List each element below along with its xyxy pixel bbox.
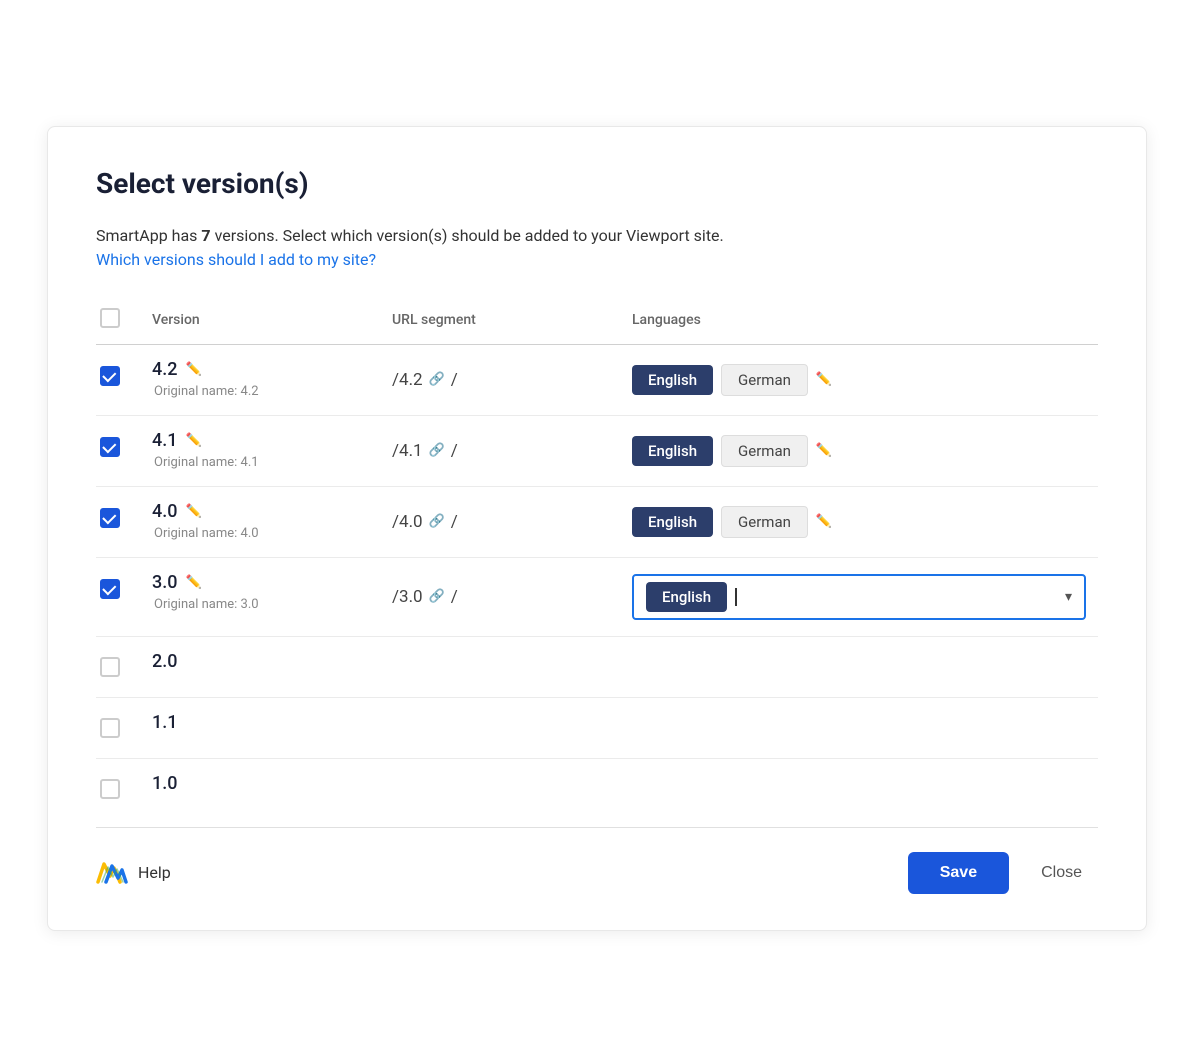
- url-slash: /: [451, 587, 458, 607]
- description-suffix: versions. Select which version(s) should…: [211, 226, 724, 245]
- version-original-name: Original name: 4.2: [152, 384, 368, 399]
- lang-area-v4.2: English German ✏️: [632, 364, 1086, 396]
- table-row: 2.0: [96, 636, 1098, 697]
- lang-badge: German: [721, 435, 808, 467]
- url-link-icon[interactable]: 🔗: [429, 514, 445, 529]
- version-name-v3.0: 3.0 ✏️: [152, 572, 368, 593]
- edit-version-icon[interactable]: ✏️: [185, 362, 201, 377]
- table-row: 1.1: [96, 697, 1098, 758]
- lang-area-v4.0: English German ✏️: [632, 506, 1086, 538]
- version-original-name: Original name: 3.0: [152, 597, 368, 612]
- column-version: Version: [140, 300, 380, 345]
- url-text: /4.2: [392, 370, 423, 390]
- table-row: 4.1 ✏️ Original name: 4.1/4.1 🔗 / English G…: [96, 415, 1098, 486]
- table-row: 1.0: [96, 758, 1098, 819]
- lang-badge: English: [632, 436, 713, 466]
- table-row: 4.2 ✏️ Original name: 4.2/4.2 🔗 / English G…: [96, 344, 1098, 415]
- version-original-name: Original name: 4.1: [152, 455, 368, 470]
- version-label: 4.0: [152, 501, 177, 522]
- url-segment-v4.1: /4.1 🔗 /: [392, 441, 608, 461]
- help-icon: [96, 860, 128, 886]
- help-link[interactable]: Which versions should I add to my site?: [96, 250, 376, 269]
- checkbox-v2.0[interactable]: [100, 657, 120, 677]
- checkbox-v1.0[interactable]: [100, 779, 120, 799]
- version-label: 3.0: [152, 572, 177, 593]
- dialog-footer: Help Save Close: [96, 827, 1098, 894]
- url-link-icon[interactable]: 🔗: [429, 372, 445, 387]
- url-text: /4.0: [392, 512, 423, 532]
- dialog-description: SmartApp has 7 versions. Select which ve…: [96, 224, 1098, 272]
- checkbox-v4.0[interactable]: [100, 508, 120, 528]
- version-name-v4.1: 4.1 ✏️: [152, 430, 368, 451]
- version-count: 7: [201, 226, 210, 245]
- url-link-icon[interactable]: 🔗: [429, 589, 445, 604]
- table-row: 4.0 ✏️ Original name: 4.0/4.0 🔗 / English G…: [96, 486, 1098, 557]
- url-text: /4.1: [392, 441, 423, 461]
- lang-badge: English: [632, 507, 713, 537]
- text-cursor: [735, 588, 737, 606]
- dropdown-arrow-icon: ▾: [1065, 589, 1072, 605]
- version-name-v4.2: 4.2 ✏️: [152, 359, 368, 380]
- url-link-icon[interactable]: 🔗: [429, 443, 445, 458]
- version-label: 4.1: [152, 430, 177, 451]
- url-slash: /: [451, 512, 458, 532]
- lang-dropdown-v3.0[interactable]: English ▾: [632, 574, 1086, 620]
- url-segment-v4.0: /4.0 🔗 /: [392, 512, 608, 532]
- lang-badge: English: [632, 365, 713, 395]
- url-text: /3.0: [392, 587, 423, 607]
- edit-lang-icon[interactable]: ✏️: [816, 372, 832, 387]
- edit-version-icon[interactable]: ✏️: [185, 433, 201, 448]
- lang-badge: English: [646, 582, 727, 612]
- version-name-v1.0: 1.0: [152, 773, 368, 794]
- checkbox-v4.1[interactable]: [100, 437, 120, 457]
- edit-lang-icon[interactable]: ✏️: [816, 514, 832, 529]
- lang-area-v4.1: English German ✏️: [632, 435, 1086, 467]
- dialog-title: Select version(s): [96, 167, 1098, 200]
- column-url: URL segment: [380, 300, 620, 345]
- checkbox-v1.1[interactable]: [100, 718, 120, 738]
- version-label: 2.0: [152, 651, 177, 672]
- checkbox-v3.0[interactable]: [100, 579, 120, 599]
- table-row: 3.0 ✏️ Original name: 3.0/3.0 🔗 / English ▾: [96, 557, 1098, 636]
- edit-version-icon[interactable]: ✏️: [185, 575, 201, 590]
- url-slash: /: [451, 370, 458, 390]
- checkbox-v4.2[interactable]: [100, 366, 120, 386]
- select-versions-dialog: Select version(s) SmartApp has 7 version…: [47, 126, 1147, 931]
- description-prefix: SmartApp has: [96, 226, 201, 245]
- save-button[interactable]: Save: [908, 852, 1009, 894]
- version-label: 1.0: [152, 773, 177, 794]
- edit-lang-icon[interactable]: ✏️: [816, 443, 832, 458]
- version-original-name: Original name: 4.0: [152, 526, 368, 541]
- version-name-v1.1: 1.1: [152, 712, 368, 733]
- edit-version-icon[interactable]: ✏️: [185, 504, 201, 519]
- close-button[interactable]: Close: [1025, 852, 1098, 894]
- lang-badge: German: [721, 506, 808, 538]
- url-segment-v3.0: /3.0 🔗 /: [392, 587, 608, 607]
- footer-buttons: Save Close: [908, 852, 1098, 894]
- select-all-checkbox[interactable]: [100, 308, 120, 328]
- url-slash: /: [451, 441, 458, 461]
- help-label: Help: [138, 863, 171, 882]
- version-name-v4.0: 4.0 ✏️: [152, 501, 368, 522]
- help-area[interactable]: Help: [96, 860, 171, 886]
- version-label: 1.1: [152, 712, 177, 733]
- version-label: 4.2: [152, 359, 177, 380]
- column-languages: Languages: [620, 300, 1098, 345]
- url-segment-v4.2: /4.2 🔗 /: [392, 370, 608, 390]
- version-name-v2.0: 2.0: [152, 651, 368, 672]
- lang-badge: German: [721, 364, 808, 396]
- versions-table: Version URL segment Languages 4.2 ✏️ Orig…: [96, 300, 1098, 819]
